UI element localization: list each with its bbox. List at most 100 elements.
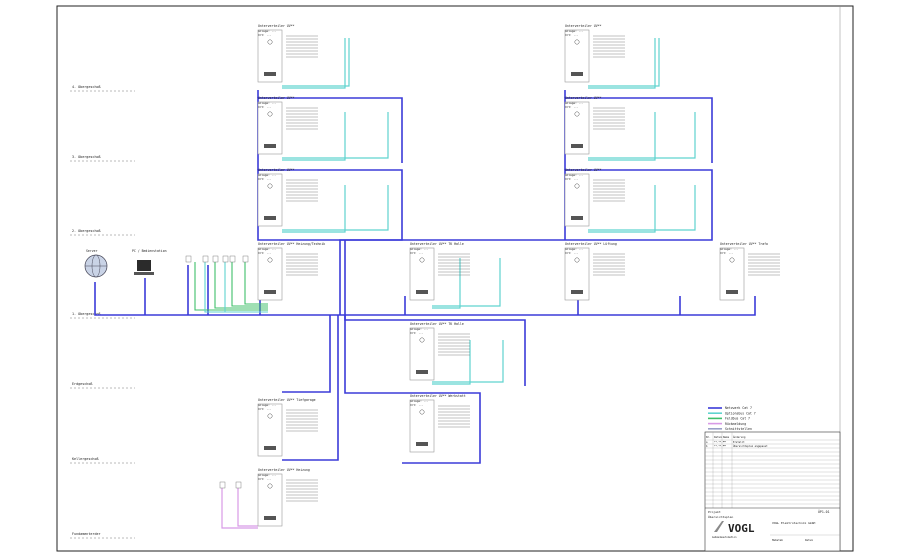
floor-label: 2. Obergeschoß [72,229,101,233]
cabinet: Unterverteiler UV** LüftungAnlage: ...Or… [564,242,625,301]
cabinet-title: Unterverteiler UV** [258,96,295,100]
cyan-line [282,112,346,161]
cabinet: Unterverteiler UV**Anlage: ...Ort: ... [564,24,625,83]
cabinet-sub: Ort: ... [410,251,424,255]
cabinet-controller-icon [571,144,583,148]
drawing-number: ÜP1-01 [818,509,830,514]
floor-label: Erdgeschoß [72,382,92,386]
cabinet-sub: Ort: ... [565,105,579,109]
cabinet-title: Unterverteiler UV** Lüftung [565,242,617,246]
revision-cell: Erstellt [733,441,745,444]
cabinet: Unterverteiler UV** TrafoAnlage: ...Ort:… [719,242,780,301]
cyan-line [588,185,696,231]
cabinet-controller-icon [264,290,276,294]
cyan-line [588,38,656,89]
cabinet-controller-icon [571,290,583,294]
bus-line [339,169,713,315]
cabinet-sub: Ort: ... [565,251,579,255]
floor-label: Fundamenterder [72,532,101,536]
date-label: Datum [805,538,813,542]
cabinet-controller-icon [264,446,276,450]
cabinet: Unterverteiler UV**Anlage: ...Ort: ... [564,96,625,155]
cabinet-controller-icon [416,370,428,374]
cabinet-title: Unterverteiler UV** Trafo [720,242,768,246]
bus-line [282,315,331,393]
cabinet-controller-icon [571,72,583,76]
cabinet-title: Unterverteiler UV** [565,168,602,172]
cabinet-sub: Ort: ... [410,331,424,335]
cabinet: Unterverteiler UV** Heizung/TechnikAnlag… [257,242,325,301]
cyan-line [432,340,504,383]
server-label: Server [86,249,98,253]
revision-cell: Übersichtsplan angepasst [733,445,768,448]
schematic-sheet: 4. Obergeschoß 3. Obergeschoß 2. Obergesch… [0,0,900,555]
scale-label: Maßstab [772,538,783,542]
cabinet: Unterverteiler UV** HeizungAnlage: ...Or… [257,468,318,527]
cabinet-controller-icon [264,516,276,520]
cabinet-sub: Ort: ... [258,477,272,481]
legend-label: Feldbus Cat 7 [725,417,750,421]
legend-label: Rückmeldung [725,422,746,426]
cabinets: Unterverteiler UV**Anlage: ...Ort: ...Un… [257,24,780,527]
cabinet-sub: Ort: ... [258,105,272,109]
cabinet-title: Unterverteiler UV** Heizung [258,468,310,472]
floor-label: 3. Obergeschoß [72,155,101,159]
floor-label: Kellergeschoß [72,457,99,461]
pc: PC / Bedienstation [132,249,167,275]
cabinet-sub: Ort: ... [258,177,272,181]
cyan-line [282,185,389,231]
schematic-drawing: 4. Obergeschoß 3. Obergeschoß 2. Obergesch… [56,5,854,552]
cabinet: Unterverteiler UV** TK HalleAnlage: ...O… [409,322,470,381]
cyan-line [282,38,346,89]
cabinet-sub: Ort: ... [410,403,424,407]
legend: Netzwerk Cat 7Optionsbus Cat 7 Feldbus Ca… [708,406,756,431]
revision-header: Name [723,435,730,439]
cabinet-title: Unterverteiler UV** [565,24,602,28]
pink-line [237,488,258,527]
title-block: Nr. Datum Name Änderunga **.**.**** Erstelltb… [704,431,841,552]
sensor-icon [202,255,209,263]
company-name: VOGL Elektrotechnik GmbH [772,521,816,525]
project-label: Projekt [708,510,721,514]
cabinet-title: Unterverteiler UV** [565,96,602,100]
cabinet-controller-icon [726,290,738,294]
cyan-line [282,112,389,159]
cabinet: Unterverteiler UV**Anlage: ...Ort: ... [257,96,318,155]
cabinet-title: Unterverteiler UV** TK Halle [410,242,464,246]
legend-label: Schnittstellen [725,427,752,431]
cabinet: Unterverteiler UV** TK HalleAnlage: ...O… [409,242,470,301]
cabinet: Unterverteiler UV**Anlage: ...Ort: ... [257,24,318,83]
devices: Server PC / Bedienstation [84,249,249,489]
sensor-icon [242,255,249,263]
cabinet: Unterverteiler UV** TiefgarageAnlage: ..… [257,398,318,457]
logo-text: VOGL [728,522,755,535]
cyan-line [432,258,461,309]
floor-label: 4. Obergeschoß [72,85,101,89]
cabinet-sub: Ort: ... [720,251,734,255]
cabinet-sub: Ort: ... [565,33,579,37]
cabinet-controller-icon [264,72,276,76]
sensor-icon [185,255,192,263]
cabinet-controller-icon [571,216,583,220]
cabinet-title: Unterverteiler UV** [258,168,295,172]
sensor-icon [222,255,229,263]
cabinet-controller-icon [416,290,428,294]
cabinet-title: Unterverteiler UV** Heizung/Technik [258,242,325,246]
bus-line [94,282,680,316]
cabinet-sub: Ort: ... [565,177,579,181]
legend-label: Netzwerk Cat 7 [725,406,752,410]
revision-header: Datum [714,435,722,439]
pc-label: PC / Bedienstation [132,249,167,253]
company-logo: VOGL [712,520,768,535]
monitor-icon [137,260,151,271]
cabinet: Unterverteiler UV**Anlage: ...Ort: ... [564,168,625,227]
cyan-line [588,112,696,159]
cabinet: Unterverteiler UV** WerkstattAnlage: ...… [409,394,470,453]
revision-header: Nr. [706,435,711,439]
cyan-line [432,258,501,307]
cabinet-sub: Ort: ... [258,407,272,411]
cabinet-controller-icon [264,216,276,220]
project-value: Übersichtsplan [708,514,733,519]
legend-label: Optionsbus Cat 7 [725,411,756,415]
sensor-icon [229,255,236,263]
